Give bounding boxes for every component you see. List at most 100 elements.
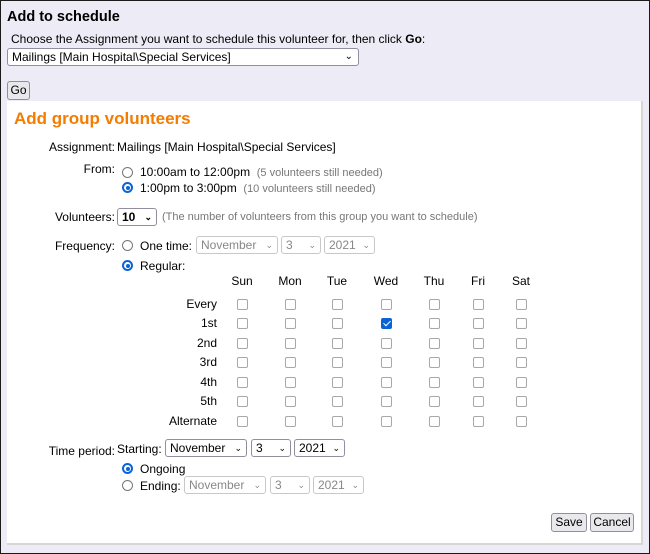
- ending-label: Ending:: [140, 479, 181, 493]
- checkbox-5th-sun[interactable]: [237, 396, 248, 407]
- checkbox-1st-mon[interactable]: [285, 318, 296, 329]
- checkbox-2nd-wed[interactable]: [381, 338, 392, 349]
- save-button[interactable]: Save: [551, 513, 587, 532]
- start-year-select[interactable]: 2021 ⌄: [294, 439, 345, 457]
- one-time-year-select[interactable]: 2021 ⌄: [324, 236, 375, 254]
- checkbox-2nd-thu[interactable]: [429, 338, 440, 349]
- checkbox-alternate-fri[interactable]: [473, 416, 484, 427]
- assignment-select[interactable]: Mailings [Main Hospital\Special Services…: [7, 48, 359, 66]
- checkbox-3rd-mon[interactable]: [285, 357, 296, 368]
- instruction-prefix: Choose the Assignment you want to schedu…: [11, 32, 406, 46]
- checkbox-1st-wed[interactable]: [381, 318, 392, 329]
- checkbox-5th-sat[interactable]: [516, 396, 527, 407]
- cancel-button[interactable]: Cancel: [590, 513, 634, 532]
- checkbox-every-sat[interactable]: [516, 299, 527, 310]
- add-group-volunteers-panel: Add group volunteers Assignment: Mailing…: [7, 101, 643, 545]
- from-option-2-label: 1:00pm to 3:00pm: [140, 181, 237, 195]
- assignment-select-value: Mailings [Main Hospital\Special Services…: [12, 50, 231, 64]
- from-option-1-label: 10:00am to 12:00pm: [140, 165, 251, 179]
- checkbox-5th-thu[interactable]: [429, 396, 440, 407]
- time-period-label: Time period:: [48, 444, 115, 458]
- checkbox-1st-tue[interactable]: [332, 318, 343, 329]
- ongoing-label: Ongoing: [140, 462, 186, 476]
- checkbox-5th-wed[interactable]: [381, 396, 392, 407]
- checkbox-alternate-wed[interactable]: [381, 416, 392, 427]
- checkbox-3rd-sat[interactable]: [516, 357, 527, 368]
- end-month-select[interactable]: November ⌄: [184, 476, 266, 494]
- checkbox-2nd-sat[interactable]: [516, 338, 527, 349]
- end-year-value: 2021: [318, 478, 345, 492]
- go-button[interactable]: Go: [7, 81, 30, 100]
- row-label-4th: 4th: [200, 375, 217, 389]
- one-time-year-value: 2021: [329, 238, 356, 252]
- checkbox-2nd-sun[interactable]: [237, 338, 248, 349]
- checkbox-every-tue[interactable]: [332, 299, 343, 310]
- checkbox-4th-mon[interactable]: [285, 377, 296, 388]
- from-option-1: 10:00am to 12:00pm (5 volunteers still n…: [140, 165, 383, 179]
- day-header-fri: Fri: [471, 274, 485, 288]
- checkbox-5th-tue[interactable]: [332, 396, 343, 407]
- ending-radio[interactable]: [122, 480, 133, 491]
- one-time-radio[interactable]: [122, 240, 133, 251]
- checkbox-alternate-sun[interactable]: [237, 416, 248, 427]
- chevron-down-icon: ⌄: [362, 240, 370, 250]
- one-time-day-select[interactable]: 3 ⌄: [281, 236, 321, 254]
- from-option-2-radio[interactable]: [122, 182, 133, 193]
- checkbox-1st-thu[interactable]: [429, 318, 440, 329]
- checkbox-4th-tue[interactable]: [332, 377, 343, 388]
- checkbox-3rd-wed[interactable]: [381, 357, 392, 368]
- checkbox-1st-fri[interactable]: [473, 318, 484, 329]
- checkbox-3rd-fri[interactable]: [473, 357, 484, 368]
- checkbox-5th-mon[interactable]: [285, 396, 296, 407]
- end-year-select[interactable]: 2021 ⌄: [313, 476, 364, 494]
- checkbox-3rd-sun[interactable]: [237, 357, 248, 368]
- assignment-value: Mailings [Main Hospital\Special Services…: [117, 140, 336, 154]
- chevron-down-icon: ⌄: [278, 443, 286, 453]
- checkbox-every-wed[interactable]: [381, 299, 392, 310]
- chevron-down-icon: ⌄: [308, 240, 316, 250]
- volunteers-count-select[interactable]: 10 ⌄: [117, 208, 157, 226]
- add-to-schedule-window: Add to schedule Choose the Assignment yo…: [0, 0, 650, 554]
- checkbox-alternate-sat[interactable]: [516, 416, 527, 427]
- checkbox-4th-thu[interactable]: [429, 377, 440, 388]
- checkbox-3rd-tue[interactable]: [332, 357, 343, 368]
- row-label-2nd: 2nd: [196, 336, 217, 350]
- checkbox-alternate-mon[interactable]: [285, 416, 296, 427]
- from-option-1-radio[interactable]: [122, 167, 133, 178]
- checkbox-3rd-thu[interactable]: [429, 357, 440, 368]
- checkbox-alternate-thu[interactable]: [429, 416, 440, 427]
- checkbox-4th-fri[interactable]: [473, 377, 484, 388]
- from-option-1-hint: (5 volunteers still needed): [256, 167, 383, 179]
- day-header-wed: Wed: [373, 274, 399, 288]
- regular-label: Regular:: [140, 259, 186, 273]
- end-month-value: November: [189, 478, 245, 492]
- checkbox-every-mon[interactable]: [285, 299, 296, 310]
- day-header-tue: Tue: [326, 274, 348, 288]
- checkbox-4th-sat[interactable]: [516, 377, 527, 388]
- regular-radio[interactable]: [122, 260, 133, 271]
- chevron-down-icon: ⌄: [265, 240, 273, 250]
- end-day-value: 3: [275, 478, 282, 492]
- chevron-down-icon: ⌄: [144, 212, 152, 222]
- checkbox-every-fri[interactable]: [473, 299, 484, 310]
- checkbox-2nd-fri[interactable]: [473, 338, 484, 349]
- page-title: Add to schedule: [7, 9, 120, 25]
- start-month-select[interactable]: November ⌄: [165, 439, 247, 457]
- day-header-sun: Sun: [231, 274, 253, 288]
- checkbox-every-sun[interactable]: [237, 299, 248, 310]
- checkbox-1st-sat[interactable]: [516, 318, 527, 329]
- checkbox-1st-sun[interactable]: [237, 318, 248, 329]
- checkbox-alternate-tue[interactable]: [332, 416, 343, 427]
- checkbox-5th-fri[interactable]: [473, 396, 484, 407]
- checkbox-2nd-mon[interactable]: [285, 338, 296, 349]
- from-option-2: 1:00pm to 3:00pm (10 volunteers still ne…: [140, 181, 375, 195]
- checkbox-4th-sun[interactable]: [237, 377, 248, 388]
- ongoing-radio[interactable]: [122, 463, 133, 474]
- checkbox-every-thu[interactable]: [429, 299, 440, 310]
- checkbox-4th-wed[interactable]: [381, 377, 392, 388]
- end-day-select[interactable]: 3 ⌄: [270, 476, 310, 494]
- start-day-select[interactable]: 3 ⌄: [251, 439, 291, 457]
- one-time-month-value: November: [201, 238, 257, 252]
- one-time-month-select[interactable]: November ⌄: [196, 236, 278, 254]
- checkbox-2nd-tue[interactable]: [332, 338, 343, 349]
